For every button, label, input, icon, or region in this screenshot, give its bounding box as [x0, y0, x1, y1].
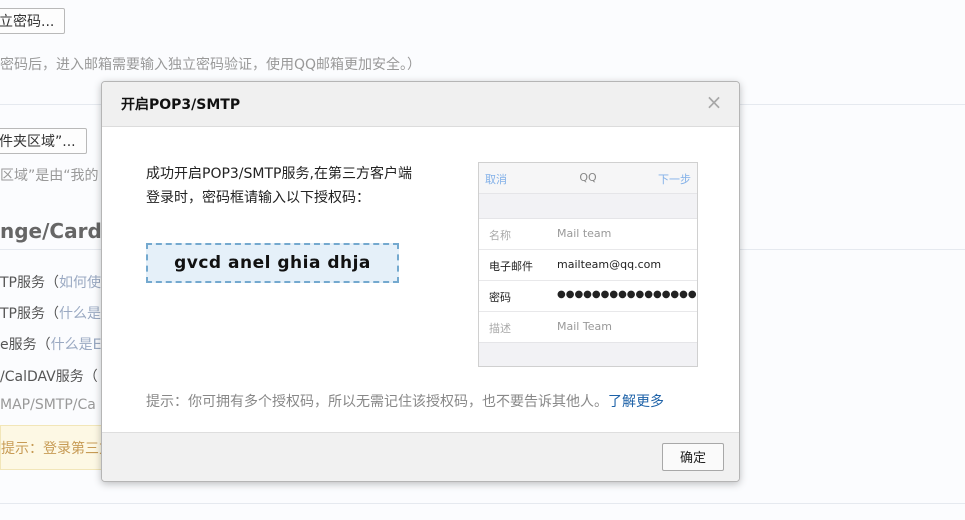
phone-account-form: 名称 Mail team 电子邮件 mailteam@qq.com 密码 ●●●…: [479, 218, 697, 343]
learn-more-link[interactable]: 了解更多: [608, 394, 664, 410]
phone-next-label: 下一步: [658, 173, 691, 186]
pop3-smtp-dialog: 开启POP3/SMTP × 成功开启POP3/SMTP服务,在第三方客户端 登录…: [101, 81, 740, 482]
phone-row-password: 密码 ●●●●●●●●●●●●●●●●: [479, 281, 697, 312]
dialog-footer: 确定: [102, 432, 739, 481]
mail-client-example-image: 取消 QQ 下一步 名称 Mail team 电子邮件 mailteam@qq.…: [478, 162, 698, 367]
authorization-hint: 提示：你可拥有多个授权码，所以无需记住该授权码，也不要告诉其他人。了解更多: [146, 394, 664, 410]
phone-row-name: 名称 Mail team: [479, 219, 697, 250]
confirm-button[interactable]: 确定: [662, 443, 724, 471]
service-row-imap: TP服务（什么是: [0, 306, 101, 322]
folder-area-button[interactable]: 件夹区域”...: [0, 128, 87, 154]
service-row-carddav: /CalDAV服务（: [0, 369, 98, 385]
help-link[interactable]: 什么是: [59, 306, 101, 322]
dialog-title: 开启POP3/SMTP: [121, 97, 241, 113]
section-divider: [0, 503, 965, 504]
close-icon[interactable]: ×: [705, 92, 723, 112]
phone-row-description: 描述 Mail Team: [489, 320, 612, 335]
set-independent-password-button[interactable]: 立密码...: [0, 8, 66, 34]
phone-nav-bar: 取消 QQ 下一步: [479, 163, 697, 194]
folder-area-note: 区域”是由“我的: [0, 168, 99, 184]
service-row-exchange: e服务（什么是E: [0, 337, 102, 353]
independent-password-note: 密码后，进入邮箱需要输入独立密码验证，使用QQ邮箱更加安全。）: [0, 57, 422, 73]
help-link[interactable]: 什么是E: [51, 337, 102, 353]
phone-row-email: 电子邮件 mailteam@qq.com: [479, 250, 697, 281]
help-link[interactable]: 如何使: [59, 275, 101, 291]
dialog-header: 开启POP3/SMTP ×: [102, 82, 739, 127]
success-message: 成功开启POP3/SMTP服务,在第三方客户端 登录时，密码框请输入以下授权码：: [146, 166, 412, 206]
authorization-code[interactable]: gvcd anel ghia dhja: [146, 243, 399, 283]
protocol-line: MAP/SMTP/Ca: [0, 397, 96, 413]
service-row-pop3: TP服务（如何使: [0, 275, 101, 291]
